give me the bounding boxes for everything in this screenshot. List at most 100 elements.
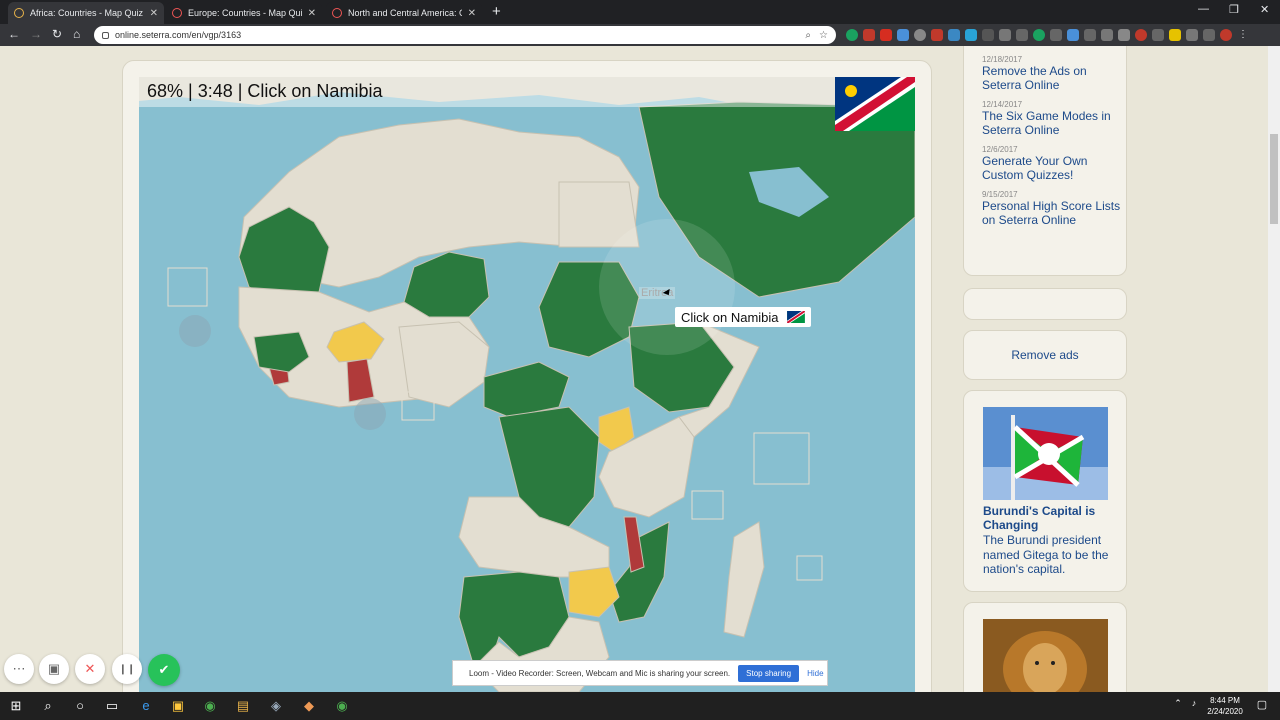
extension-icon[interactable] <box>914 29 926 41</box>
maps-icon[interactable]: ◆ <box>301 698 317 714</box>
extension-icon[interactable] <box>931 29 943 41</box>
search-icon[interactable]: ⌕ <box>40 698 56 714</box>
promo-card-2[interactable] <box>963 602 1127 692</box>
extension-icon[interactable] <box>1203 29 1215 41</box>
extension-icon[interactable] <box>1118 29 1130 41</box>
windows-taskbar: ⊞ ⌕ ○ ▭ e ▣ ◉ ▤ ◈ ◆ ◉ ⌃ ♪ 8:44 PM 2/24/2… <box>0 692 1280 720</box>
windows-start-icon[interactable]: ⊞ <box>8 698 24 714</box>
loom-cancel-button[interactable]: ✕ <box>75 654 105 684</box>
extension-icon[interactable] <box>1050 29 1062 41</box>
extension-icon[interactable] <box>1101 29 1113 41</box>
lion-photo <box>983 619 1108 692</box>
file-explorer-icon[interactable]: ▤ <box>235 698 251 714</box>
africa-map[interactable] <box>139 77 915 692</box>
clock[interactable]: 8:44 PM 2/24/2020 <box>1200 695 1250 717</box>
task-view-icon[interactable]: ▭ <box>104 698 120 714</box>
extensions-area: ⋮ <box>846 29 1249 41</box>
close-tab-icon[interactable]: ✕ <box>150 8 158 19</box>
extension-icon[interactable] <box>1033 29 1045 41</box>
loom-more-button[interactable]: ⋯ <box>4 654 34 684</box>
minimize-button[interactable]: — <box>1198 3 1209 15</box>
extension-icon[interactable] <box>1067 29 1079 41</box>
menu-kebab-icon[interactable]: ⋮ <box>1237 29 1249 41</box>
extension-icon[interactable] <box>1152 29 1164 41</box>
cortana-icon[interactable]: ○ <box>72 698 88 713</box>
store-icon[interactable]: ▣ <box>170 698 186 714</box>
island-marker[interactable] <box>179 315 211 347</box>
tab-title: North and Central America: Cou <box>348 8 462 18</box>
loom-finish-button[interactable]: ✔ <box>148 654 180 686</box>
cape-verde-box[interactable] <box>167 267 208 307</box>
island-marker[interactable] <box>354 398 386 430</box>
news-item[interactable]: 12/14/2017 The Six Game Modes in Seterra… <box>982 100 1126 137</box>
seterra-favicon-icon <box>332 8 342 18</box>
new-tab-button[interactable]: + <box>492 3 501 20</box>
back-arrow-icon[interactable]: ← <box>8 27 20 41</box>
news-date: 12/18/2017 <box>982 55 1023 64</box>
promo-body: The Burundi president named Gitega to be… <box>983 533 1109 576</box>
page-scrollbar[interactable] <box>1268 46 1280 692</box>
extension-icon[interactable] <box>982 29 994 41</box>
hide-button[interactable]: Hide <box>807 669 823 678</box>
extension-icon[interactable] <box>1186 29 1198 41</box>
extension-icon[interactable] <box>880 29 892 41</box>
extension-icon[interactable] <box>897 29 909 41</box>
extension-icon[interactable] <box>948 29 960 41</box>
news-link[interactable]: The Six Game Modes in Seterra Online <box>982 109 1126 137</box>
extension-icon[interactable] <box>1016 29 1028 41</box>
country-zimbabwe[interactable] <box>568 566 620 618</box>
news-link[interactable]: Generate Your Own Custom Quizzes! <box>982 154 1126 182</box>
scrollbar-thumb[interactable] <box>1270 134 1278 224</box>
chrome-icon[interactable]: ◉ <box>202 698 218 714</box>
profile-avatar-icon[interactable] <box>1220 29 1232 41</box>
edge-icon[interactable]: e <box>138 698 154 713</box>
forward-arrow-icon[interactable]: → <box>30 27 42 41</box>
map-svg <box>139 77 915 692</box>
loom-pause-button[interactable]: ❙❙ <box>112 654 142 684</box>
extension-icon[interactable] <box>999 29 1011 41</box>
news-item[interactable]: 12/18/2017 Remove the Ads on Seterra Onl… <box>982 55 1126 92</box>
browser-tab-strip: Africa: Countries - Map Quiz Ga ✕ Europe… <box>0 0 1280 24</box>
promo-card[interactable]: Burundi's Capital is Changing The Burund… <box>963 390 1127 592</box>
notifications-icon[interactable]: ▢ <box>1254 698 1270 711</box>
tray-chevron-icon[interactable]: ⌃ <box>1170 698 1186 709</box>
news-link[interactable]: Remove the Ads on Seterra Online <box>982 64 1126 92</box>
extension-icon[interactable] <box>965 29 977 41</box>
country-niger[interactable] <box>403 251 490 318</box>
namibia-mini-flag-icon <box>786 311 805 323</box>
extension-icon[interactable] <box>1169 29 1181 41</box>
tab-north-america-quiz[interactable]: North and Central America: Cou ✕ <box>326 2 482 24</box>
comoros-box[interactable] <box>691 490 724 520</box>
tab-africa-quiz[interactable]: Africa: Countries - Map Quiz Ga ✕ <box>8 2 164 24</box>
steam-icon[interactable]: ◈ <box>268 698 284 714</box>
url-text: online.seterra.com/en/vgp/3163 <box>115 30 242 40</box>
close-tab-icon[interactable]: ✕ <box>468 8 476 19</box>
extension-icon[interactable] <box>863 29 875 41</box>
news-item[interactable]: 9/15/2017 Personal High Score Lists on S… <box>982 190 1126 227</box>
country-madagascar[interactable] <box>723 521 765 638</box>
address-bar[interactable]: online.seterra.com/en/vgp/3163 ⌕ ☆ <box>94 26 836 44</box>
loom-camera-button[interactable]: ▣ <box>39 654 69 684</box>
promo-title[interactable]: Burundi's Capital is Changing <box>983 504 1113 532</box>
remove-ads-button[interactable]: Remove ads <box>963 330 1127 380</box>
tab-europe-quiz[interactable]: Europe: Countries - Map Quiz Ga ✕ <box>166 2 322 24</box>
maximize-button[interactable]: ❐ <box>1229 3 1239 16</box>
home-icon[interactable]: ⌂ <box>73 27 80 41</box>
tab-title: Africa: Countries - Map Quiz Ga <box>30 8 144 18</box>
news-link[interactable]: Personal High Score Lists on Seterra Onl… <box>982 199 1126 227</box>
extension-icon[interactable] <box>1135 29 1147 41</box>
close-tab-icon[interactable]: ✕ <box>308 8 316 19</box>
seterra-favicon-icon <box>14 8 24 18</box>
stop-sharing-button[interactable]: Stop sharing <box>738 664 800 682</box>
extension-icon[interactable] <box>846 29 858 41</box>
seychelles-box[interactable] <box>753 432 810 485</box>
chrome-icon-2[interactable]: ◉ <box>334 698 350 714</box>
mauritius-box[interactable] <box>796 555 823 581</box>
seterra-favicon-icon <box>172 8 182 18</box>
bookmark-star-icon[interactable]: ☆ <box>819 30 828 41</box>
news-item[interactable]: 12/6/2017 Generate Your Own Custom Quizz… <box>982 145 1126 182</box>
zoom-icon[interactable]: ⌕ <box>805 30 811 41</box>
close-window-button[interactable]: ✕ <box>1260 3 1269 16</box>
reload-icon[interactable]: ↻ <box>52 27 62 41</box>
extension-icon[interactable] <box>1084 29 1096 41</box>
